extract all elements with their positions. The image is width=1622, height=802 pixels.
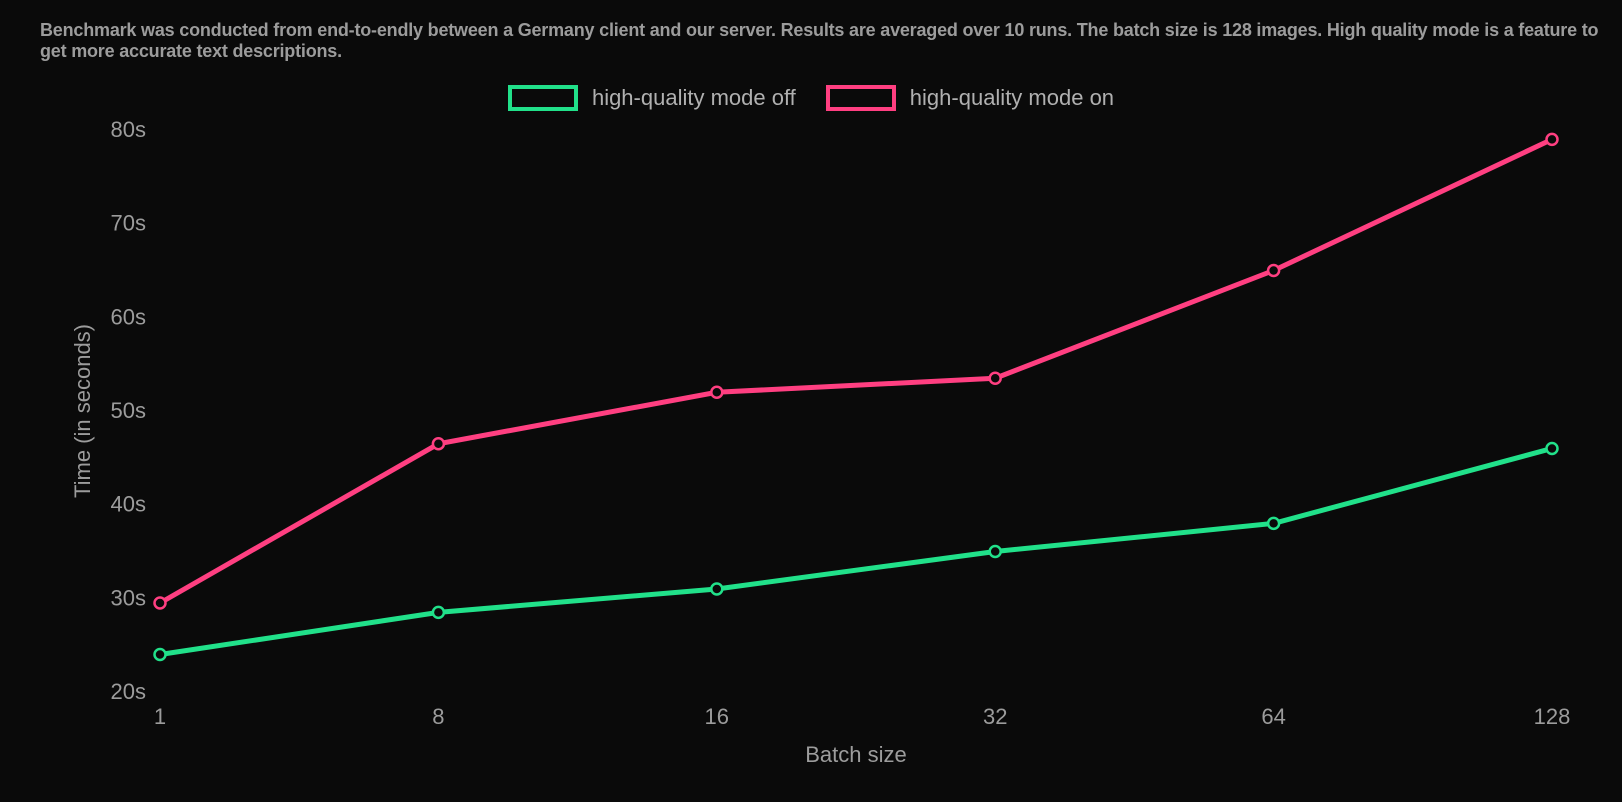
legend-swatch-pink [826,85,896,111]
x-tick-label: 128 [1534,704,1571,729]
y-tick-label: 30s [111,585,146,610]
chart-plot: 20s 30s 40s 50s 60s 70s 80s Time (in seconds) 1 8… [60,120,1582,772]
y-tick-label: 70s [111,211,146,236]
y-axis-label: Time (in seconds) [70,324,95,498]
data-point [990,373,1001,384]
data-point [155,649,166,660]
data-point [155,598,166,609]
legend-label-off: high-quality mode off [592,85,796,111]
legend-swatch-green [508,85,578,111]
chart-subtitle: Benchmark was conducted from end-to-endl… [40,20,1622,62]
y-tick-label: 60s [111,304,146,329]
data-point [990,546,1001,557]
x-tick-label: 16 [705,704,729,729]
series-line [160,448,1552,654]
x-tick-label: 32 [983,704,1007,729]
data-point [1547,443,1558,454]
legend-item-on: high-quality mode on [826,85,1114,111]
data-point [433,607,444,618]
legend-label-on: high-quality mode on [910,85,1114,111]
x-tick-label: 8 [432,704,444,729]
y-tick-label: 20s [111,679,146,704]
x-tick-label: 64 [1261,704,1285,729]
data-point [711,387,722,398]
y-tick-label: 80s [111,120,146,142]
chart-svg: 20s 30s 40s 50s 60s 70s 80s Time (in seconds) 1 8… [60,120,1582,772]
data-point [1268,518,1279,529]
x-axis-label: Batch size [805,742,907,767]
data-point [433,438,444,449]
legend-item-off: high-quality mode off [508,85,796,111]
data-point [1268,265,1279,276]
chart-legend: high-quality mode off high-quality mode … [0,85,1622,111]
y-tick-label: 50s [111,398,146,423]
y-tick-label: 40s [111,492,146,517]
data-point [711,583,722,594]
x-tick-label: 1 [154,704,166,729]
series-line [160,139,1552,603]
data-point [1547,134,1558,145]
